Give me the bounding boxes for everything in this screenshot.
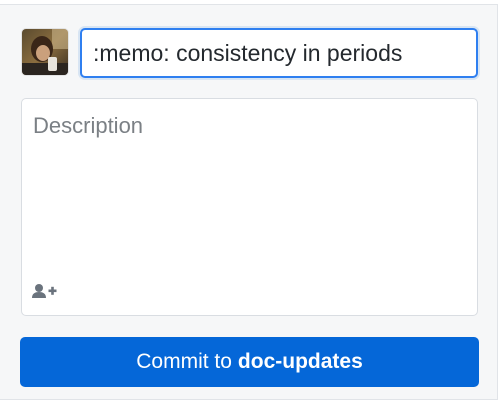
commit-summary-input[interactable]: [80, 28, 478, 78]
person-add-icon: [32, 284, 57, 298]
description-box: [21, 98, 478, 316]
branch-name: doc-updates: [237, 350, 363, 373]
add-coauthor-button[interactable]: [31, 281, 59, 301]
commit-description-input[interactable]: [22, 99, 477, 269]
avatar-image: [22, 29, 68, 75]
commit-button[interactable]: Commit to doc-updates: [20, 337, 479, 387]
commit-button-label: Commit to: [136, 350, 232, 373]
commit-panel: Commit to doc-updates: [0, 4, 498, 400]
user-avatar: [22, 29, 68, 75]
